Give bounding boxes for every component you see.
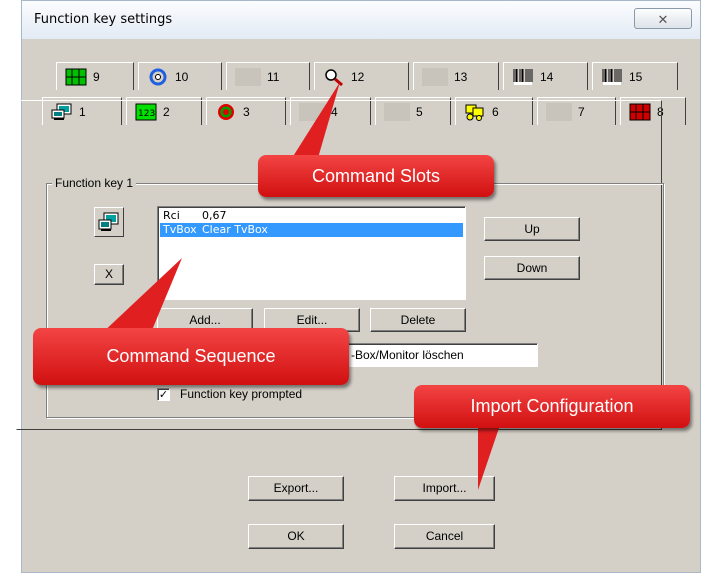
command-slots-callout: Command Slots [258, 155, 494, 197]
command-sequence-callout-text: Command Sequence [106, 346, 276, 366]
command-slots-pointer [292, 82, 340, 158]
import-configuration-callout: Import Configuration [414, 385, 690, 428]
callout-pointers [100, 82, 500, 490]
command-sequence-callout: Command Sequence [33, 328, 349, 385]
import-configuration-pointer [478, 425, 500, 490]
import-configuration-callout-text: Import Configuration [470, 396, 634, 416]
command-slots-callout-text: Command Slots [311, 166, 441, 186]
command-sequence-pointer [100, 258, 182, 335]
